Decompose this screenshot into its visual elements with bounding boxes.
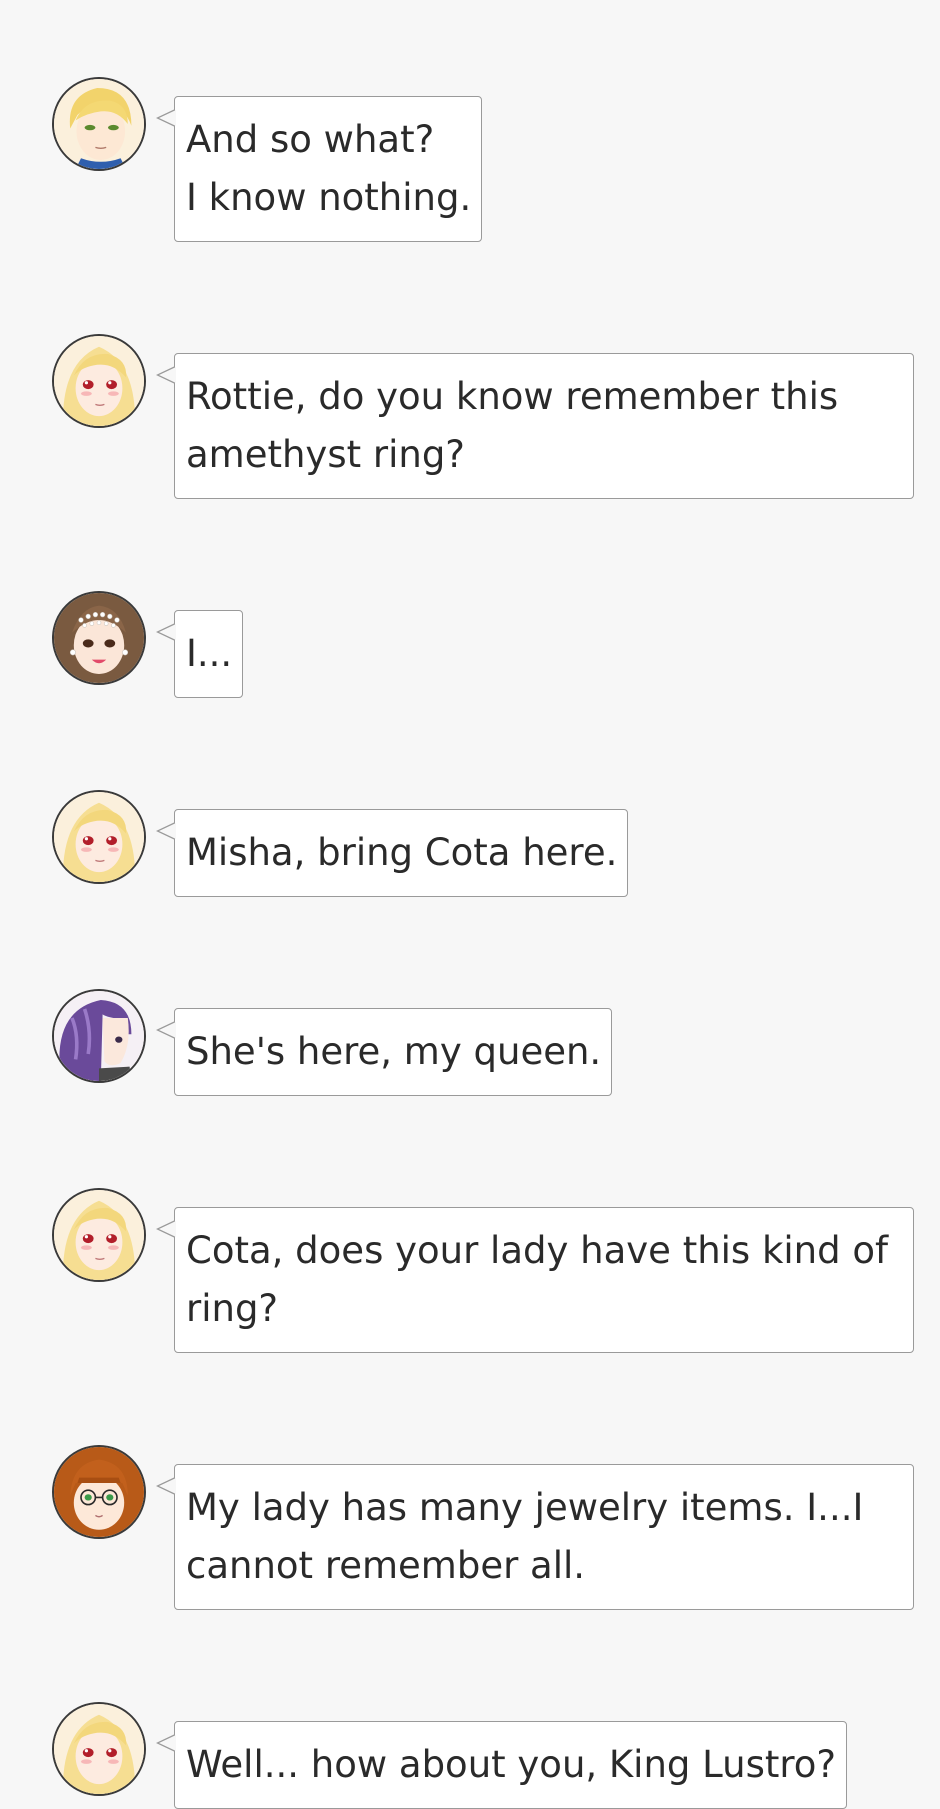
message-bubble: My lady has many jewelry items. I...I ca… <box>156 1464 914 1610</box>
purple-haired-maid-avatar[interactable] <box>52 989 146 1083</box>
blonde-queen-avatar[interactable] <box>52 1702 146 1796</box>
blonde-queen-avatar[interactable] <box>52 334 146 428</box>
blonde-queen-avatar[interactable] <box>52 1188 146 1282</box>
message-bubble: I... <box>155 610 244 698</box>
message-bubble: She's here, my queen. <box>155 1008 613 1096</box>
message-bubble: Misha, bring Cota here. <box>155 809 629 897</box>
message-bubble: And so what? I know nothing. <box>155 96 483 242</box>
message-bubble: Cota, does your lady have this kind of r… <box>156 1207 914 1353</box>
pearl-tiara-lady-avatar[interactable] <box>52 591 146 685</box>
auburn-glasses-girl-avatar[interactable] <box>52 1445 146 1539</box>
blonde-queen-avatar[interactable] <box>52 790 146 884</box>
blonde-man-avatar[interactable] <box>52 77 146 171</box>
chat-transcript: And so what? I know nothing. Rottie, do … <box>0 0 940 1809</box>
message-bubble: Well... how about you, King Lustro? <box>155 1721 848 1809</box>
message-bubble: Rottie, do you know remember this amethy… <box>156 353 914 499</box>
